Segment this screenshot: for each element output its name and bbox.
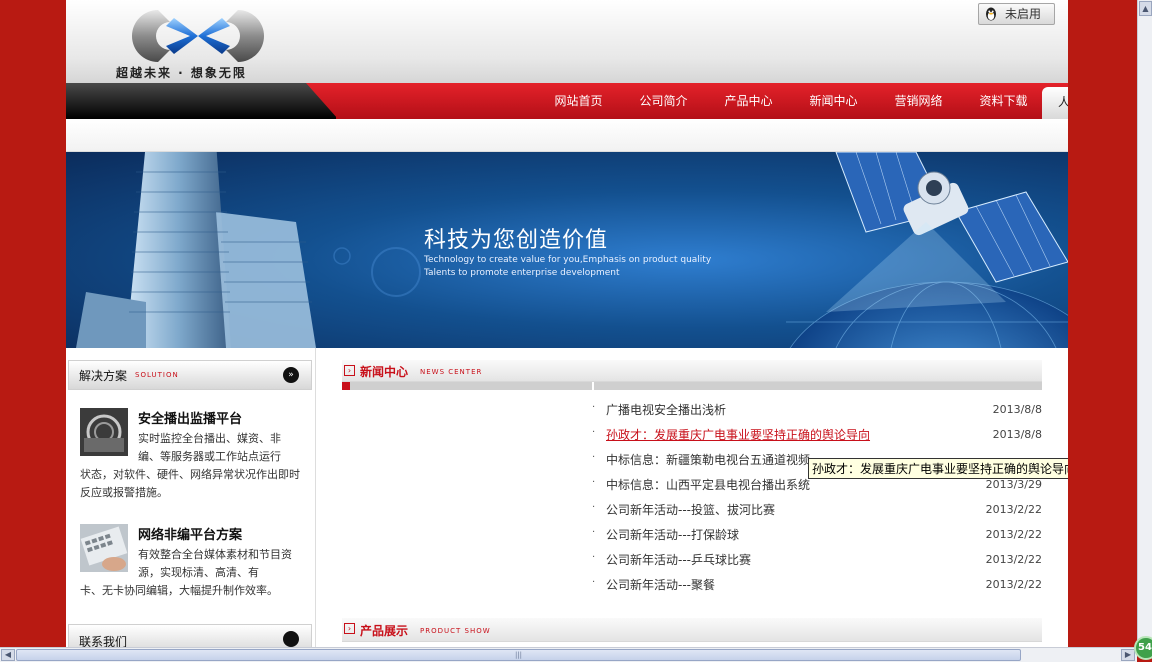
vertical-scrollbar[interactable]: ▲	[1137, 0, 1152, 647]
link-tooltip: 孙政才：发展重庆广电事业要坚持正确的舆论导向	[808, 458, 1068, 479]
nav-products[interactable]: 产品中心	[706, 83, 791, 119]
news-divider-bar	[342, 382, 1042, 390]
scroll-left-icon[interactable]: ◀	[1, 649, 15, 661]
nav-careers[interactable]: 人才招聘	[1042, 87, 1068, 119]
news-item-date: 2013/2/22	[985, 553, 1042, 566]
qq-status-button[interactable]: 未启用	[978, 3, 1055, 25]
solution-item-title: 网络非编平台方案	[138, 528, 243, 543]
monitoring-thumbnail	[80, 408, 128, 456]
header: 超越未来 · 想象无限 未启用	[66, 0, 1068, 83]
solution-item-title: 安全播出监播平台	[138, 412, 243, 427]
news-item-title[interactable]: 中标信息：新疆策勒电视台五通道视频	[606, 451, 810, 468]
products-title: 产品展示	[360, 624, 409, 638]
news-item-title[interactable]: 广播电视安全播出浅析	[606, 401, 726, 418]
solution-item-desc-cont: 状态，对软件、硬件、网络异常状况作出即时反应或报警措施。	[80, 468, 300, 499]
solution-item-desc-cont: 卡、无卡协同编辑，大幅提升制作效率。	[80, 584, 278, 597]
main-nav: 网站首页 公司简介 产品中心 新闻中心 营销网络 资料下载 人才招聘	[66, 83, 1068, 119]
bullet-icon: ·	[592, 452, 596, 463]
hero-banner: 科技为您创造价值 Technology to create value for …	[66, 152, 1068, 348]
news-item-date: 2013/2/22	[985, 503, 1042, 516]
contact-title: 联系我们	[79, 635, 128, 647]
banner-subtitle-2: Talents to promote enterprise developmen…	[424, 268, 620, 278]
horizontal-scrollbar[interactable]: ◀ ||| ▶	[0, 647, 1137, 662]
contact-header: 联系我们	[68, 624, 312, 647]
more-arrow-icon[interactable]: »	[283, 367, 299, 383]
bullet-icon: ·	[592, 552, 596, 563]
solution-item-desc: 有效整合全台媒体素材和节目资源，实现标清、高清、有	[138, 548, 292, 579]
news-item[interactable]: · 公司新年活动---投篮、拔河比赛 2013/2/22	[592, 498, 1042, 523]
bullet-icon: ·	[592, 527, 596, 538]
nav-items: 网站首页 公司简介 产品中心 新闻中心 营销网络 资料下载	[536, 83, 1046, 119]
bullet-icon: ·	[592, 402, 596, 413]
bullet-icon: ·	[592, 502, 596, 513]
section-arrow-icon: ›	[344, 365, 355, 376]
news-item-title[interactable]: 公司新年活动---聚餐	[606, 576, 715, 593]
qq-penguin-icon	[986, 7, 996, 21]
news-item-title[interactable]: 公司新年活动---乒乓球比赛	[606, 551, 751, 568]
news-item-date: 2013/2/22	[985, 528, 1042, 541]
banner-subtitle-1: Technology to create value for you,Empha…	[424, 255, 712, 265]
news-item[interactable]: · 公司新年活动---乒乓球比赛 2013/2/22	[592, 548, 1042, 573]
scroll-up-icon[interactable]: ▲	[1139, 1, 1152, 16]
nav-about[interactable]: 公司简介	[621, 83, 706, 119]
products-header: › 产品展示 PRODUCT SHOW	[342, 618, 1042, 642]
bullet-icon: ·	[592, 477, 596, 488]
nav-decor	[66, 83, 336, 119]
nav-downloads[interactable]: 资料下载	[961, 83, 1046, 119]
solution-item-desc: 实时监控全台播出、媒资、非编、等服务器或工作站点运行	[138, 432, 281, 463]
bullet-icon: ·	[592, 577, 596, 588]
qq-status-label: 未启用	[1005, 7, 1042, 21]
news-item[interactable]: · 公司新年活动---聚餐 2013/2/22	[592, 573, 1042, 598]
news-item-date: 2013/3/29	[985, 478, 1042, 491]
banner-title: 科技为您创造价值	[424, 228, 609, 253]
nav-home[interactable]: 网站首页	[536, 83, 621, 119]
news-item-title[interactable]: 公司新年活动---投篮、拔河比赛	[606, 501, 775, 518]
news-item[interactable]: · 广播电视安全播出浅析 2013/8/8	[592, 398, 1042, 423]
news-item-title[interactable]: 公司新年活动---打保龄球	[606, 526, 739, 543]
section-arrow-icon: ›	[344, 623, 355, 634]
news-section: › 新闻中心 NEWS CENTER	[342, 360, 1042, 390]
news-header: › 新闻中心 NEWS CENTER	[342, 360, 1042, 382]
news-title: 新闻中心	[360, 365, 409, 379]
solution-title-en: SOLUTION	[135, 371, 179, 379]
sidebar: 解决方案 SOLUTION » 安全播出监播平台 实时监控全台播出、媒资、非编、…	[66, 348, 316, 647]
status-badge[interactable]: 54	[1134, 636, 1152, 660]
logo-slogan: 超越未来 · 想象无限	[116, 66, 247, 80]
page: 超越未来 · 想象无限 未启用 网站首页 公司简介 产品中心 新闻中心 营销网络…	[66, 0, 1068, 647]
news-item-title[interactable]: 中标信息：山西平定县电视台播出系统	[606, 476, 810, 493]
news-bar-split	[592, 382, 594, 390]
news-bar-marker	[342, 382, 350, 390]
news-item-date: 2013/8/8	[992, 403, 1042, 416]
nav-marketing[interactable]: 营销网络	[876, 83, 961, 119]
news-item-date: 2013/8/8	[992, 428, 1042, 441]
news-item[interactable]: · 公司新年活动---打保龄球 2013/2/22	[592, 523, 1042, 548]
nav-news[interactable]: 新闻中心	[791, 83, 876, 119]
news-item-date: 2013/2/22	[985, 578, 1042, 591]
solution-title: 解决方案	[79, 369, 128, 383]
keyboard-thumbnail	[80, 524, 128, 572]
header-spacer	[66, 119, 1068, 152]
scroll-right-icon[interactable]: ▶	[1121, 649, 1135, 661]
main-content: 解决方案 SOLUTION » 安全播出监播平台 实时监控全台播出、媒资、非编、…	[66, 348, 1068, 647]
products-title-en: PRODUCT SHOW	[420, 627, 491, 635]
news-title-en: NEWS CENTER	[420, 368, 483, 376]
more-arrow-icon[interactable]	[283, 631, 299, 647]
news-item[interactable]: · 孙政才：发展重庆广电事业要坚持正确的舆论导向 2013/8/8	[592, 423, 1042, 448]
news-item-title[interactable]: 孙政才：发展重庆广电事业要坚持正确的舆论导向	[606, 426, 870, 443]
news-list: · 广播电视安全播出浅析 2013/8/8 · 孙政才：发展重庆广电事业要坚持正…	[592, 398, 1042, 598]
scroll-thumb[interactable]: |||	[16, 649, 1021, 661]
solution-header: 解决方案 SOLUTION »	[68, 360, 312, 390]
bullet-icon: ·	[592, 427, 596, 438]
